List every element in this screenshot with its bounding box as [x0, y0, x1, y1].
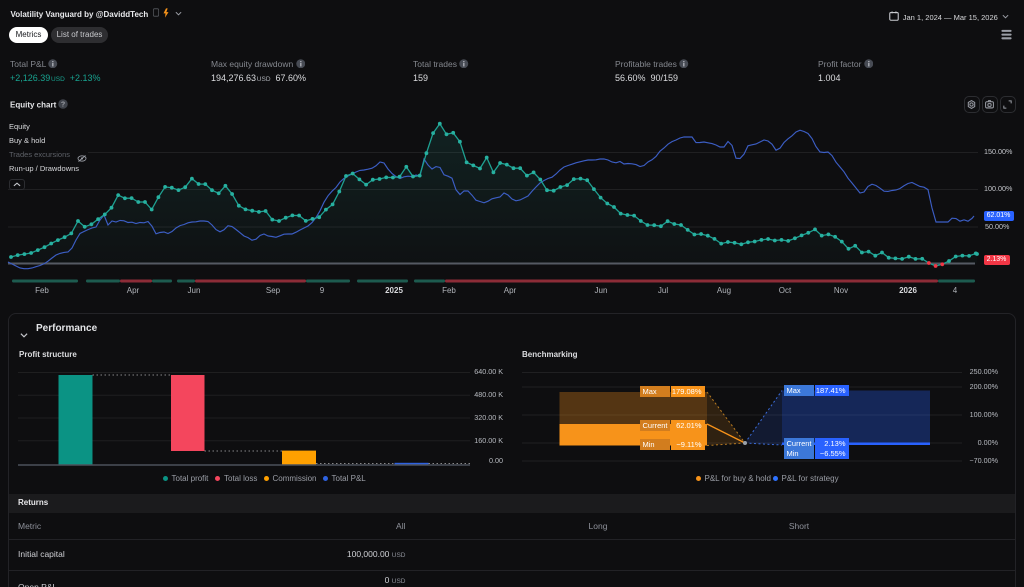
svg-text:?: ?	[61, 101, 65, 109]
